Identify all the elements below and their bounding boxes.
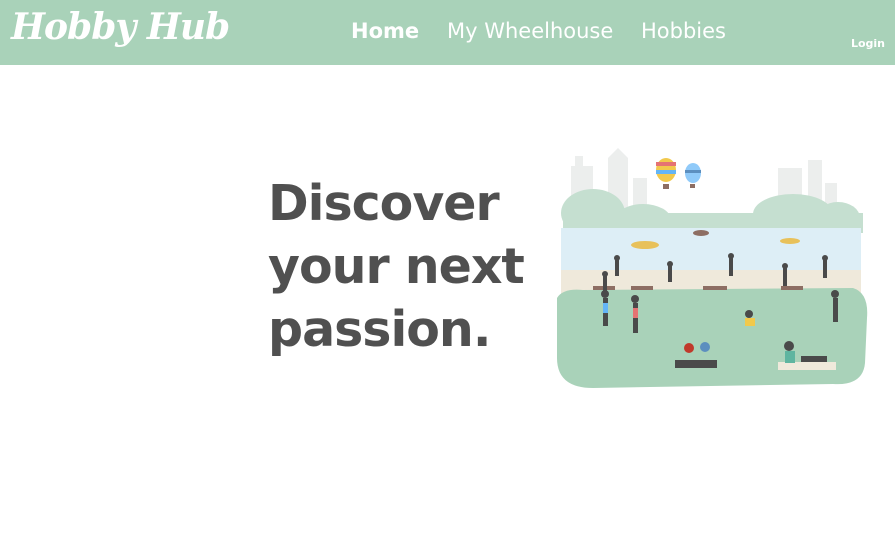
hot-air-balloon-icon: [656, 158, 676, 189]
boat-icon: [693, 230, 709, 236]
login-link[interactable]: Login: [851, 37, 885, 50]
hero-headline: Discover your next passion.: [268, 172, 548, 361]
navbar: Hobby Hub Home My Wheelhouse Hobbies Log…: [0, 0, 895, 65]
hero-line-2: your next: [268, 238, 525, 295]
nav-link-hobbies[interactable]: Hobbies: [641, 19, 726, 43]
hero-line-3: passion.: [268, 301, 491, 358]
hero-line-1: Discover: [268, 175, 500, 232]
hot-air-balloon-icon: [685, 163, 701, 188]
picnic-blanket: [778, 362, 836, 370]
brand-logo[interactable]: Hobby Hub: [11, 6, 230, 48]
park-scene-illustration: [557, 148, 868, 388]
picnic-blanket: [675, 360, 717, 368]
nav-link-home[interactable]: Home: [351, 19, 419, 43]
nav-link-my-wheelhouse[interactable]: My Wheelhouse: [447, 19, 613, 43]
